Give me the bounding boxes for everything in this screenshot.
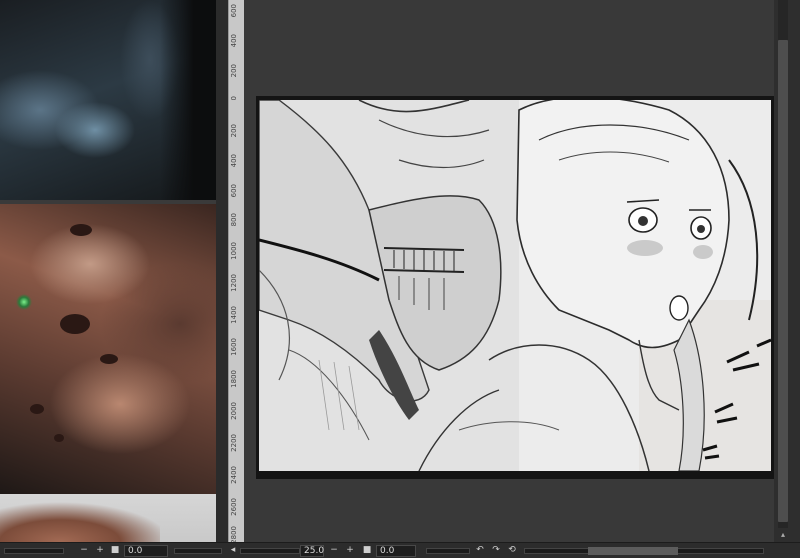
reference-detail — [70, 224, 92, 236]
ruler-label: 2400 — [230, 466, 238, 484]
ruler-label: 2000 — [230, 402, 238, 420]
canvas-statusbar: ◂ 25.0 − + ■ 0.0 ↶ ↷ ⟲ — [228, 542, 800, 558]
ruler-label: 200 — [230, 124, 238, 138]
reference-image-monster-skull[interactable] — [0, 204, 216, 494]
ruler-label: 2200 — [230, 434, 238, 452]
panel-divider[interactable] — [216, 0, 228, 542]
scroll-up-icon[interactable]: ▴ — [778, 528, 788, 542]
ruler-label: 1400 — [230, 306, 238, 324]
reset-rotation-icon[interactable]: ⟲ — [506, 545, 518, 556]
reference-image-skin[interactable] — [0, 494, 216, 542]
ruler-label: 800 — [230, 213, 238, 227]
ruler-label: 0 — [230, 96, 238, 101]
reference-panel[interactable] — [0, 0, 216, 542]
reference-statusbar: − + ■ 0.0 — [0, 542, 228, 558]
collapse-arrow-icon[interactable]: ◂ — [228, 545, 238, 556]
canvas-area[interactable] — [244, 0, 774, 542]
sketch-artwork[interactable] — [259, 100, 771, 471]
ruler-label: 1600 — [230, 338, 238, 356]
zoom-out-icon[interactable]: − — [78, 545, 90, 556]
reference-detail — [54, 434, 64, 442]
reference-image-monster-dark[interactable] — [0, 0, 216, 200]
canvas-rotate-field[interactable]: 0.0 — [376, 545, 416, 557]
sketch-drawing — [259, 100, 771, 471]
zoom-in-icon[interactable]: + — [94, 545, 106, 556]
canvas-zoom-field[interactable]: 25.0 — [300, 545, 324, 557]
ruler-label: 1000 — [230, 242, 238, 260]
reference-detail — [60, 314, 90, 334]
reference-zoom-field[interactable]: 0.0 — [124, 545, 168, 557]
zoom-in-icon[interactable]: + — [344, 545, 356, 556]
artboard-frame — [256, 96, 774, 479]
canvas-zoom-slider[interactable] — [240, 548, 300, 554]
scroll-thumb[interactable] — [778, 40, 788, 522]
flip-horizontal-icon[interactable]: ↶ — [474, 545, 486, 556]
vertical-scrollbar[interactable]: ▴ — [774, 0, 800, 542]
fit-icon[interactable]: ■ — [110, 545, 120, 556]
horizontal-scroll-thumb[interactable] — [588, 547, 678, 555]
ruler-label: 400 — [230, 154, 238, 168]
flip-vertical-icon[interactable]: ↷ — [490, 545, 502, 556]
ruler-label: 600 — [230, 4, 238, 18]
reference-detail — [30, 404, 44, 414]
zoom-out-icon[interactable]: − — [328, 545, 340, 556]
ruler-label: 2600 — [230, 498, 238, 516]
reference-detail — [100, 354, 118, 364]
canvas-rotate-slider[interactable] — [426, 548, 470, 554]
ruler-label: 400 — [230, 34, 238, 48]
vertical-ruler[interactable]: 600 400 200 0 200 400 600 800 1000 1200 … — [228, 0, 244, 544]
fit-icon[interactable]: ■ — [362, 545, 372, 556]
ruler-label: 600 — [230, 184, 238, 198]
reference-rotate-slider[interactable] — [174, 548, 222, 554]
ruler-label: 1200 — [230, 274, 238, 292]
ruler-label: 200 — [230, 64, 238, 78]
reference-zoom-slider[interactable] — [4, 548, 64, 554]
ruler-label: 1800 — [230, 370, 238, 388]
app-window: 600 400 200 0 200 400 600 800 1000 1200 … — [0, 0, 800, 558]
